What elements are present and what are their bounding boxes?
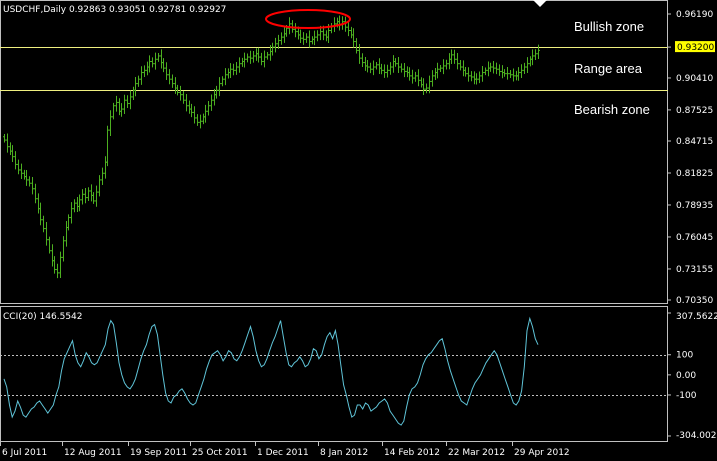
time-tick-label: 1 Dec 2011 (257, 448, 309, 458)
time-tick-label: 25 Oct 2011 (192, 448, 248, 458)
price-level-label: 0.93200 (677, 43, 714, 53)
price-tick-label: 0.76045 (676, 233, 713, 243)
cci-tick-label: 100 (676, 351, 693, 361)
price-tick-label: 0.70350 (676, 296, 713, 306)
cci-header: CCI(20) 146.5542 (3, 312, 83, 322)
price-tick-label: 0.84715 (676, 137, 713, 147)
cci-tick-label: 307.5622 (676, 312, 717, 322)
cci-tick-label: 0.00 (676, 371, 696, 381)
cci-tick-label: -100 (676, 391, 697, 401)
time-tick-label: 29 Apr 2012 (514, 448, 570, 458)
time-tick-label: 14 Feb 2012 (384, 448, 440, 458)
time-tick-label: 8 Jan 2012 (320, 448, 368, 458)
price-tick-label: 0.87525 (676, 106, 713, 116)
chart: USDCHF,Daily 0.92863 0.93051 0.92781 0.9… (0, 0, 717, 461)
time-tick-label: 6 Jul 2011 (2, 448, 47, 458)
price-tick-label: 0.78935 (676, 201, 713, 211)
time-tick-label: 12 Aug 2011 (64, 448, 122, 458)
bullish-zone-label: Bullish zone (574, 19, 644, 34)
cci-tick-label: -304.0020 (676, 431, 717, 441)
price-tick-label: 0.90410 (676, 74, 713, 84)
price-header: USDCHF,Daily 0.92863 0.93051 0.92781 0.9… (3, 5, 226, 15)
price-tick-label: 0.73155 (676, 265, 713, 275)
range-area-label: Range area (574, 61, 643, 76)
time-tick-label: 22 Mar 2012 (448, 448, 505, 458)
bearish-zone-label: Bearish zone (574, 102, 650, 117)
price-tick-label: 0.81825 (676, 169, 713, 179)
price-tick-label: 0.96190 (676, 10, 713, 20)
time-tick-label: 19 Sep 2011 (130, 448, 187, 458)
